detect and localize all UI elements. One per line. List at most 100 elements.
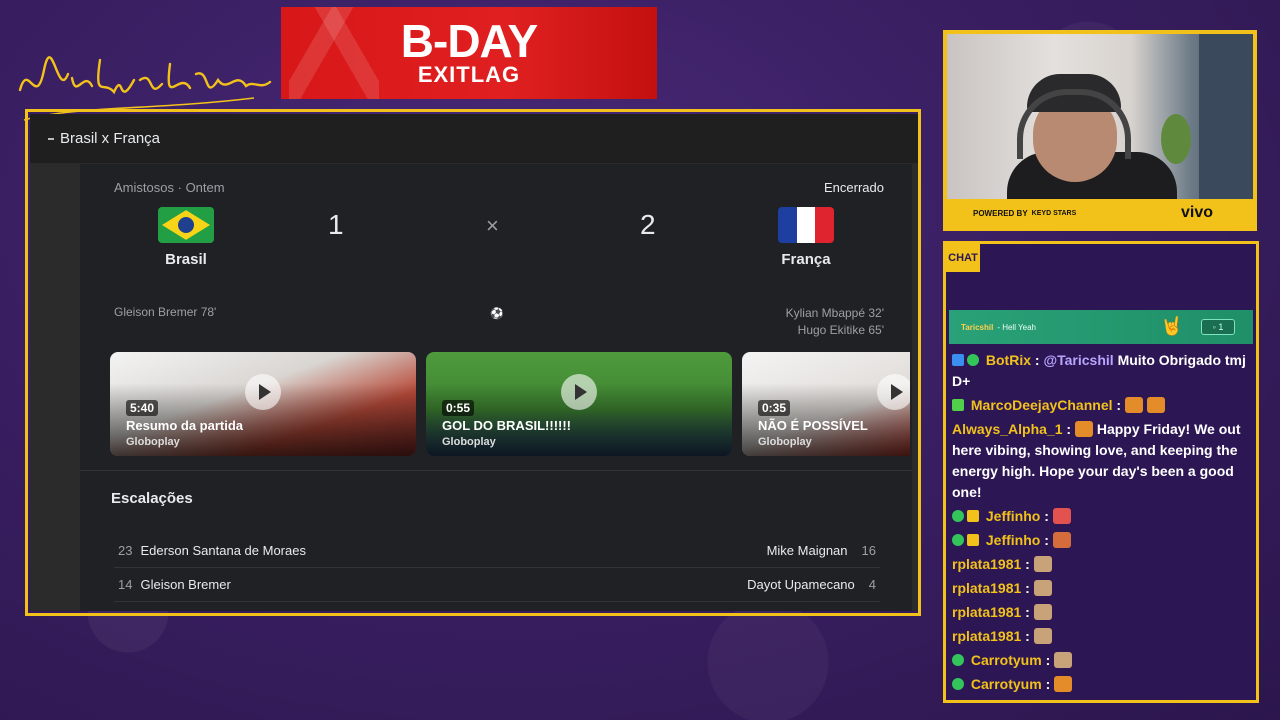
emote-icon — [1054, 676, 1073, 692]
home-team[interactable]: Brasil — [136, 207, 236, 268]
left-gutter — [30, 164, 80, 611]
video-card[interactable]: 0:55 GOL DO BRASIL!!!!!! Globoplay — [426, 352, 732, 456]
sub-badge-icon — [952, 399, 964, 411]
competition-info: Amistosos · Ontem — [114, 180, 225, 195]
chat-message: BotRix : @Taricshil Muito Obrigado tmj D… — [952, 352, 1246, 389]
rock-hand-icon: 🤘 — [1160, 316, 1183, 336]
home-scorers: Gleison Bremer 78' — [114, 305, 216, 319]
chat-username[interactable]: Jeffinho — [986, 508, 1040, 524]
sunglasses-emote-icon — [1074, 421, 1093, 437]
lineup-row[interactable]: 23 Ederson Santana de Moraes Mike Maigna… — [114, 534, 880, 568]
sponsor-brand: EXITLAG — [417, 62, 521, 87]
emote-icon — [1054, 652, 1073, 668]
player-number: 14 — [118, 577, 133, 592]
plant — [1161, 114, 1191, 164]
away-team-name: França — [781, 251, 831, 268]
webcam-feed — [947, 34, 1253, 199]
chat-username[interactable]: Carrotyum — [971, 676, 1042, 692]
away-team[interactable]: França — [756, 207, 856, 268]
scorer: Kylian Mbappé 32' — [785, 306, 884, 320]
video-title[interactable]: NÃO É POSSÍVEL — [758, 418, 868, 433]
alert-user: Taricshil — [961, 322, 994, 332]
scoreboard: Brasil 1 × 2 França — [114, 207, 884, 287]
match-date: Ontem — [185, 180, 225, 195]
alert-message: - Hell Yeah — [997, 322, 1037, 332]
video-source: Globoplay — [442, 436, 496, 448]
home-team-name: Brasil — [165, 251, 207, 268]
match-status: Encerrado — [824, 180, 884, 195]
player-name: Mike Maignan — [766, 543, 848, 558]
scrollbar[interactable] — [912, 164, 918, 611]
video-duration: 5:40 — [126, 400, 159, 416]
keyd-stars-logo: KEYD STARS — [1031, 209, 1077, 217]
match-meta: Amistosos · Ontem Encerrado — [114, 180, 884, 195]
banner-chevron-decoration — [289, 7, 379, 99]
follower-alert: Taricshil - Hell Yeah 🤘 ◦ 1 — [949, 310, 1253, 344]
vivo-logo: vivo — [1180, 204, 1213, 221]
video-card[interactable]: 5:40 Resumo da partida Globoplay — [110, 352, 416, 456]
france-flag-icon — [778, 207, 834, 243]
chat-message: Always_Alpha_1 : Happy Friday! We out he… — [952, 421, 1241, 500]
chat-username[interactable]: MarcoDeejayChannel — [971, 397, 1113, 413]
chat-username[interactable]: BotRix — [986, 352, 1031, 368]
meta-separator: · — [177, 180, 182, 195]
verified-icon — [952, 510, 964, 522]
chat-username[interactable]: Always_Alpha_1 — [952, 421, 1063, 437]
chat-message: Jeffinho : — [952, 506, 1254, 527]
webcam-frame: POWERED BY KEYD STARS vivo — [943, 30, 1257, 231]
away-player: Mike Maignan 16 — [767, 543, 880, 558]
chat-message: rplata1981 : — [952, 578, 1254, 599]
chat-message: rplata1981 : — [952, 602, 1254, 623]
player-name: Ederson Santana de Moraes — [140, 543, 306, 558]
scorer: Hugo Ekitike 65' — [797, 323, 884, 337]
emote-icon — [1033, 604, 1052, 620]
chat-mention[interactable]: @Taricshil — [1043, 352, 1113, 368]
play-icon[interactable] — [877, 373, 910, 410]
browser-header: Brasil x França — [30, 114, 918, 164]
emote-icon — [1033, 556, 1052, 572]
home-player: 14 Gleison Bremer — [114, 577, 231, 592]
video-card[interactable]: 0:35 NÃO É POSSÍVEL Globoplay — [742, 352, 910, 456]
player-name: Dayot Upamecano — [747, 577, 855, 592]
chat-message: rplata1981 : — [952, 554, 1254, 575]
chat-message: MarcoDeejayChannel : — [952, 395, 1254, 416]
away-player: Dayot Upamecano 4 — [747, 577, 880, 592]
chat-label: CHAT — [946, 244, 980, 272]
emote-icon — [1146, 397, 1165, 413]
scorer: Gleison Bremer 78' — [114, 305, 217, 319]
dash-icon — [48, 137, 54, 140]
play-icon[interactable] — [561, 373, 597, 410]
video-title[interactable]: GOL DO BRASIL!!!!!! — [442, 418, 571, 433]
video-title[interactable]: Resumo da partida — [126, 418, 243, 433]
play-icon[interactable] — [245, 373, 281, 410]
lineups-heading: Escalações — [111, 490, 193, 507]
alert-count-badge: ◦ 1 — [1201, 319, 1235, 335]
lineup-row[interactable]: 14 Gleison Bremer Dayot Upamecano 4 — [114, 568, 880, 602]
page-title: Brasil x França — [60, 130, 161, 147]
chat-username[interactable]: rplata1981 — [952, 580, 1021, 596]
player-number: 4 — [868, 577, 876, 592]
video-duration: 0:55 — [442, 400, 475, 416]
browser-capture: Brasil x França Amistosos · Ontem Encerr… — [30, 114, 918, 611]
video-source: Globoplay — [126, 436, 180, 448]
video-duration: 0:35 — [758, 400, 791, 416]
sponsor-headline: B-DAY — [400, 15, 538, 67]
chat-username[interactable]: Carrotyum — [971, 652, 1042, 668]
away-scorers: Kylian Mbappé 32' Hugo Ekitike 65' — [786, 305, 884, 339]
chat-username[interactable]: Jeffinho — [986, 532, 1040, 548]
powered-by: POWERED BY KEYD STARS — [973, 209, 1076, 218]
chat-username[interactable]: rplata1981 — [952, 628, 1021, 644]
competition-link[interactable]: Amistosos — [114, 180, 174, 195]
chat-username[interactable]: rplata1981 — [952, 604, 1021, 620]
curtain — [1199, 34, 1253, 199]
home-player: 23 Ederson Santana de Moraes — [114, 543, 306, 558]
verified-icon — [952, 534, 964, 546]
chat-message: Carrotyum : — [952, 650, 1254, 671]
chat-username[interactable]: rplata1981 — [952, 556, 1021, 572]
brazil-flag-icon — [158, 207, 214, 243]
crown-icon — [967, 534, 979, 546]
emote-icon — [1052, 508, 1071, 524]
chat-message: Jeffinho : — [952, 530, 1254, 551]
emote-icon — [1124, 397, 1143, 413]
verified-icon — [967, 354, 979, 366]
